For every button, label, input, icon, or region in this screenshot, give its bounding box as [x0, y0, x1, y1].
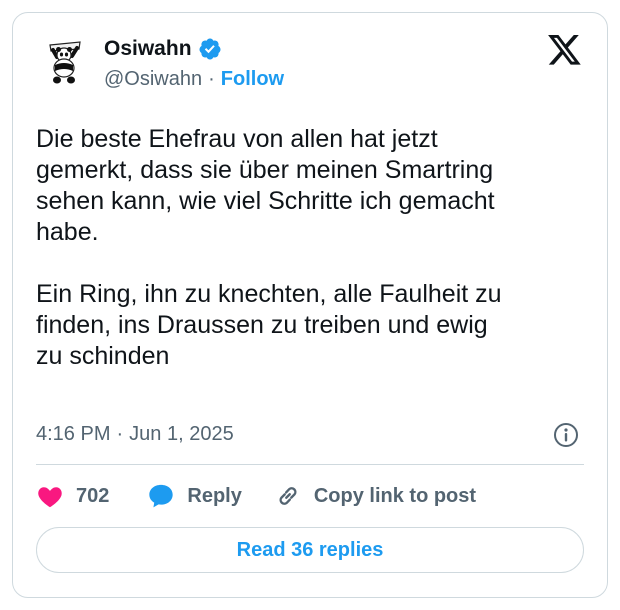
handle-separator: ·: [208, 68, 215, 90]
avatar[interactable]: [33, 33, 95, 95]
x-logo-icon[interactable]: [548, 35, 582, 66]
tweet-text: Die beste Ehefrau von allen hat jetzt ge…: [36, 125, 502, 370]
link-icon: [279, 487, 297, 505]
like-button[interactable]: 702: [36, 482, 109, 510]
divider: [36, 464, 584, 465]
tweet-time: 4:16 PM: [36, 423, 111, 445]
follow-button[interactable]: Follow: [221, 68, 284, 91]
author-handle-row: @Osiwahn · Follow: [104, 68, 284, 91]
author-name[interactable]: Osiwahn: [104, 37, 192, 61]
copy-link-button[interactable]: Copy link to post: [274, 482, 476, 510]
speech-bubble-icon: [149, 484, 174, 508]
tweet-timestamp[interactable]: 4:16 PM · Jun 1, 2025: [36, 423, 234, 446]
info-icon[interactable]: [553, 422, 579, 448]
timestamp-separator: ·: [116, 423, 124, 445]
read-replies-button[interactable]: Read 36 replies: [36, 527, 584, 573]
verified-badge-icon: [199, 38, 221, 60]
tweet-date: Jun 1, 2025: [129, 423, 234, 445]
heart-icon: [38, 487, 62, 508]
reply-button[interactable]: Reply: [147, 482, 242, 510]
copy-link-label: Copy link to post: [313, 484, 477, 507]
author-name-row: Osiwahn: [104, 34, 222, 64]
tweet-actions: 702 Reply Copy link to post: [36, 482, 476, 510]
like-count: 702: [76, 484, 110, 507]
read-replies-label: Read 36 replies: [236, 538, 384, 561]
author-handle[interactable]: @Osiwahn: [104, 68, 202, 91]
reply-label: Reply: [187, 484, 242, 507]
